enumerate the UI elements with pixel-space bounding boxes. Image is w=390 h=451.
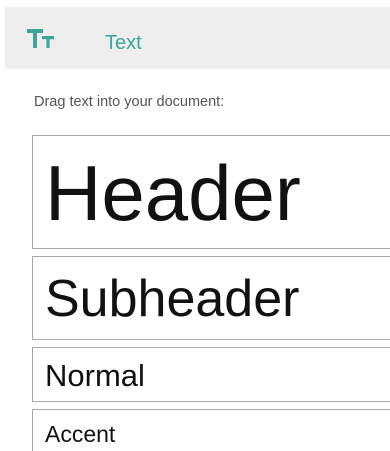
normal-style-label: Normal [45, 358, 145, 393]
text-size-icon [27, 29, 54, 48]
header-text-style[interactable]: Header [32, 135, 390, 249]
panel-title: Text [105, 32, 142, 54]
accent-style-label: Accent [45, 421, 116, 447]
text-panel: Text Drag text into your document: Heade… [0, 0, 390, 451]
subheader-text-style[interactable]: Subheader [32, 256, 390, 340]
subheader-style-label: Subheader [45, 270, 300, 328]
instruction-text: Drag text into your document: [34, 94, 225, 110]
accent-text-style[interactable]: Accent [32, 409, 390, 451]
header-style-label: Header [45, 149, 301, 237]
normal-text-style[interactable]: Normal [32, 347, 390, 402]
panel-header: Text [5, 7, 390, 69]
